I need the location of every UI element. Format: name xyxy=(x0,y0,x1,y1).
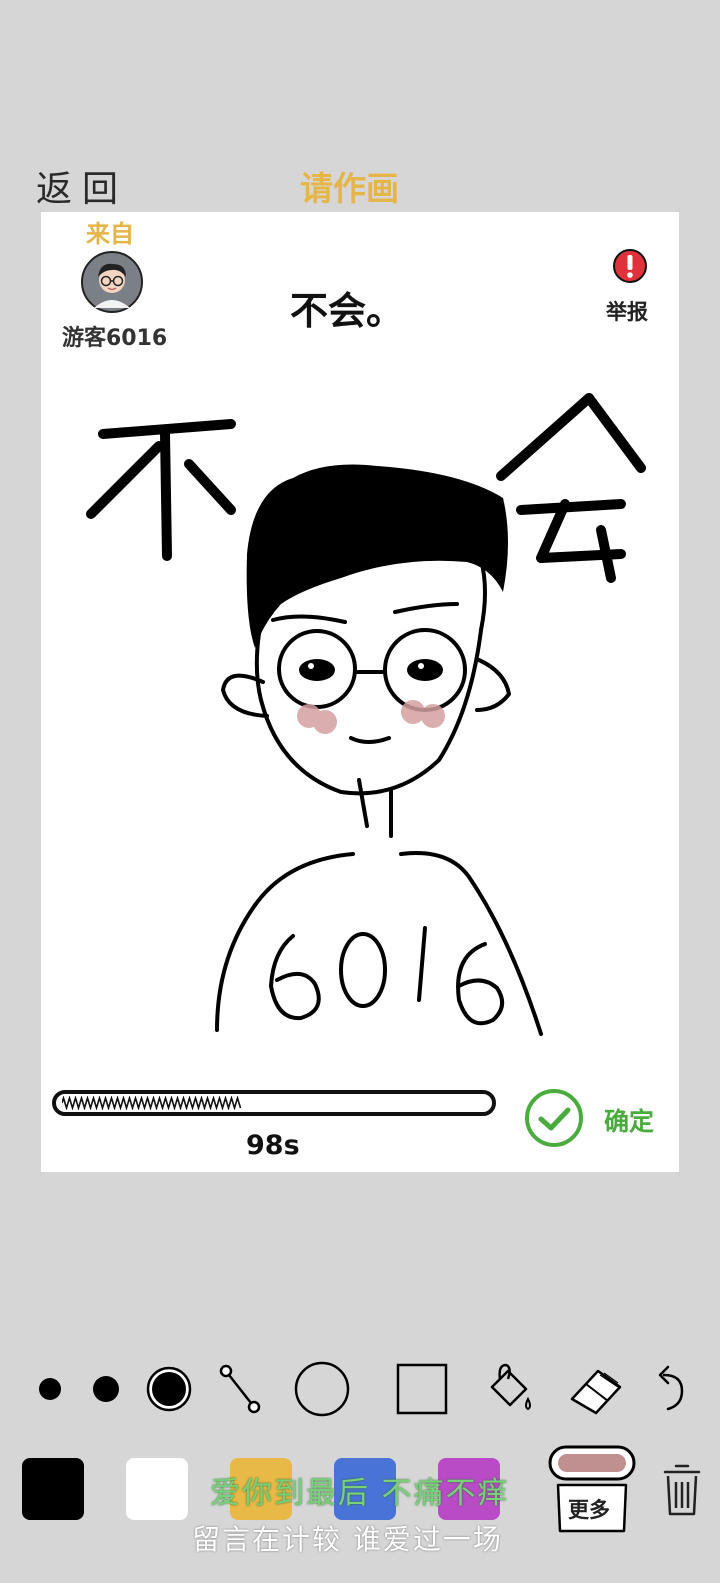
page-title: 请作画 xyxy=(300,169,399,208)
trash-icon[interactable] xyxy=(662,1462,702,1518)
username: 游客6016 xyxy=(62,326,168,351)
drawing-prompt: 不会。 xyxy=(290,289,405,333)
from-label: 来自 xyxy=(86,220,134,248)
more-label: 更多 xyxy=(568,1498,610,1522)
brush-medium[interactable] xyxy=(74,1357,138,1421)
timer-text: 98s xyxy=(246,1130,300,1161)
undo-button[interactable] xyxy=(640,1357,704,1421)
brush-small[interactable] xyxy=(18,1357,82,1421)
report-button[interactable]: 举报 xyxy=(606,296,648,326)
brush-large[interactable] xyxy=(137,1357,201,1421)
square-icon xyxy=(396,1363,448,1415)
back-button[interactable]: 返回 xyxy=(36,160,128,212)
rect-tool[interactable] xyxy=(390,1357,454,1421)
line-icon xyxy=(219,1364,261,1414)
confirm-button[interactable]: 确定 xyxy=(604,1102,654,1138)
fill-tool[interactable] xyxy=(478,1357,542,1421)
timer-fill xyxy=(62,1096,242,1110)
color-swatch-white[interactable] xyxy=(126,1458,188,1520)
undo-icon xyxy=(658,1365,684,1411)
circle-icon xyxy=(294,1361,350,1417)
circle-tool[interactable] xyxy=(290,1357,354,1421)
lyric-line-1: 爱你到最后 不痛不痒 xyxy=(210,1476,510,1511)
eraser-tool[interactable] xyxy=(564,1357,628,1421)
color-swatch-black[interactable] xyxy=(22,1458,84,1520)
brush-small-icon xyxy=(39,1378,61,1400)
drawing-canvas[interactable] xyxy=(41,380,679,1060)
lyric-line-2: 留言在计较 谁爱过一场 xyxy=(192,1523,503,1556)
eraser-icon xyxy=(570,1369,622,1415)
brush-large-icon xyxy=(146,1366,192,1412)
brush-medium-icon xyxy=(93,1376,119,1402)
avatar xyxy=(81,251,143,313)
alert-icon[interactable] xyxy=(612,248,648,284)
check-icon[interactable] xyxy=(524,1088,584,1148)
paint-bucket-icon xyxy=(490,1363,531,1411)
line-tool[interactable] xyxy=(208,1357,272,1421)
